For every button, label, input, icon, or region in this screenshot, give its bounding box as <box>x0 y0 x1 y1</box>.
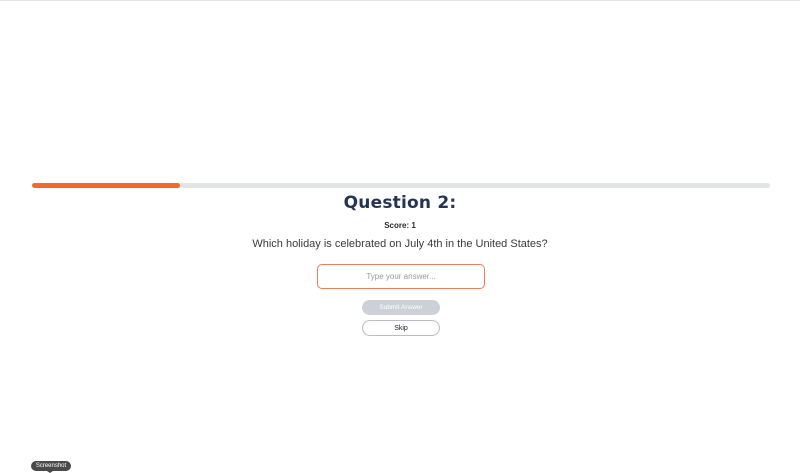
question-title: Question 2: <box>343 193 457 213</box>
top-divider <box>0 0 800 1</box>
score-label: Score: 1 <box>384 221 416 230</box>
answer-input[interactable] <box>317 264 485 289</box>
progress-bar-fill <box>32 183 180 188</box>
skip-button[interactable]: Skip <box>362 320 440 336</box>
screenshot-tooltip: Screenshot <box>31 461 71 471</box>
question-text: Which holiday is celebrated on July 4th … <box>252 238 548 250</box>
progress-bar <box>32 183 770 188</box>
submit-answer-button[interactable]: Submit Answer <box>362 300 440 315</box>
